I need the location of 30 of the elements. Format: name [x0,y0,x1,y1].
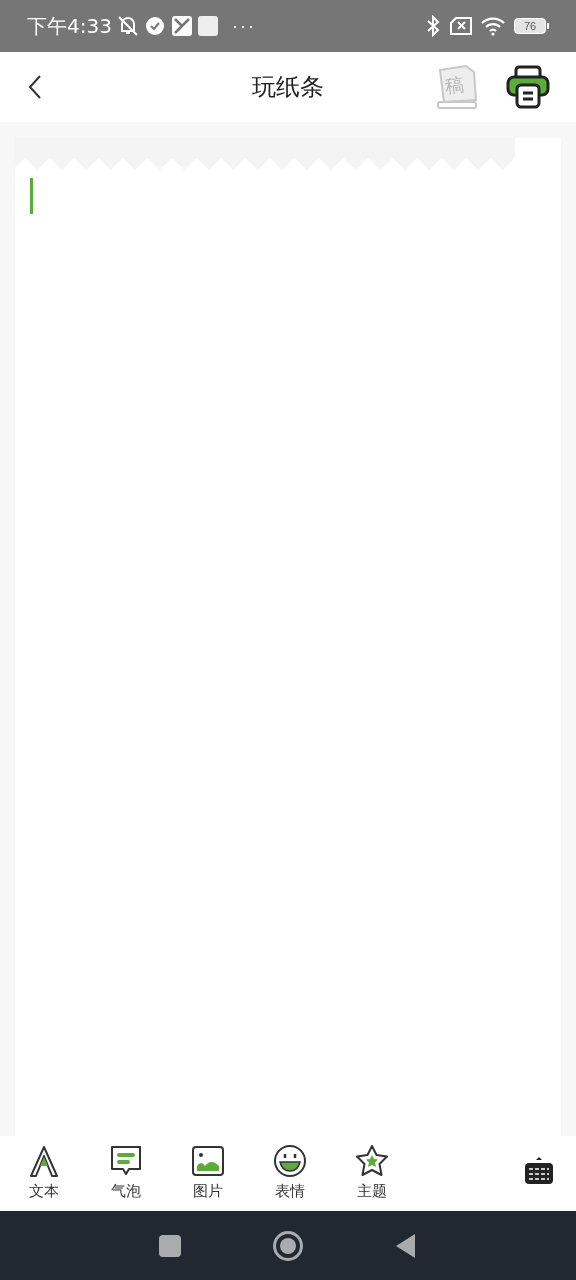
text-cursor [30,178,33,214]
back-icon[interactable] [395,1232,417,1259]
check-circle-icon [145,17,164,35]
app-icon [171,16,192,36]
star-icon [355,1144,389,1178]
printer-icon [506,65,550,109]
status-time: 下午4:33 [27,13,112,40]
back-icon [28,74,42,100]
image-icon [191,1144,225,1178]
wifi-icon [480,16,506,36]
speech-bubble-icon [109,1144,143,1178]
bluetooth-icon [426,15,440,37]
smiley-icon [273,1144,307,1178]
muted-bell-icon [115,15,140,37]
battery-indicator: 76 [514,18,546,34]
page-title: 玩纸条 [251,72,325,102]
app-icon [197,16,218,36]
toolbar-tab[interactable]: 表情 [260,1144,320,1203]
print-button[interactable] [506,65,550,109]
keyboard-icon [524,1156,554,1186]
recents-button[interactable] [159,1234,181,1257]
home-button[interactable] [273,1230,303,1261]
toolbar-tab[interactable]: 图片 [178,1144,238,1203]
toolbar-tab[interactable]: 气泡 [96,1144,156,1203]
toolbar-tab[interactable]: 文本 [14,1144,74,1203]
more-notifications: ··· [231,14,256,38]
no-sim-icon [450,17,472,35]
toolbar-tab[interactable]: 主题 [342,1144,402,1203]
letter-a-icon [27,1144,61,1178]
keyboard-button[interactable] [524,1156,554,1186]
